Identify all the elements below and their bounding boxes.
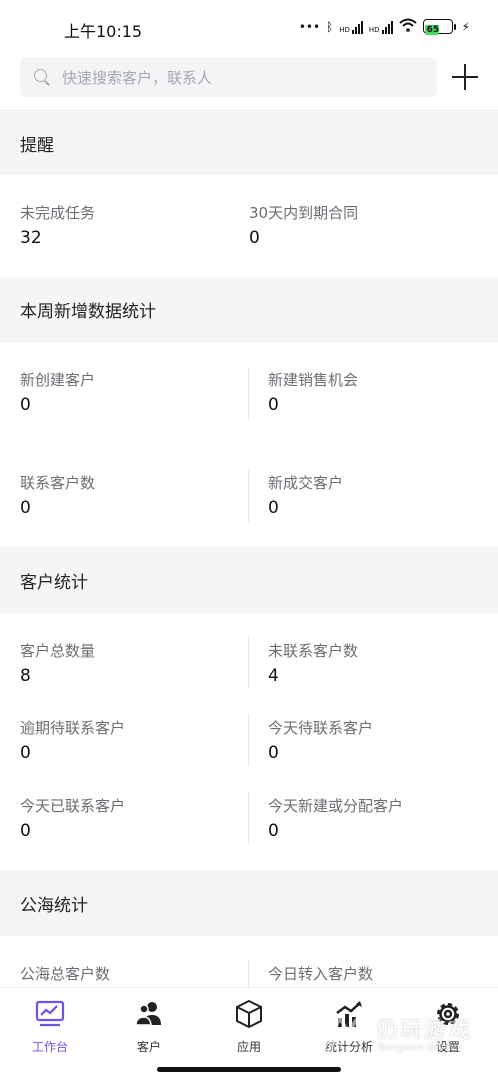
section-title: 客户统计 (20, 572, 88, 593)
stat-value: 0 (20, 821, 31, 841)
stat-cell[interactable]: 联系客户数 0 (20, 473, 95, 519)
stat-label: 今天新建或分配客户 (268, 797, 404, 815)
tab-label: 客户 (136, 1040, 161, 1054)
stat-value: 0 (20, 395, 31, 415)
stat-cell[interactable]: 30天内到期合同 0 (249, 203, 358, 249)
signal-1-icon: HD (339, 20, 363, 34)
section-header-public-pool: 公海统计 (0, 870, 498, 936)
charging-icon: ⚡ (461, 19, 470, 34)
battery-icon: 65 (422, 19, 456, 35)
stat-cell[interactable]: 新成交客户 0 (268, 473, 343, 519)
search-placeholder: 快速搜索客户，联系人 (62, 69, 213, 87)
tab-workbench[interactable]: 工作台 (10, 998, 90, 1055)
stat-cell[interactable]: 公海总客户数 (20, 964, 110, 984)
stat-value: 0 (268, 821, 279, 841)
stat-value: 0 (20, 743, 31, 763)
section-header-customer-stats: 客户统计 (0, 547, 498, 613)
tab-apps[interactable]: 应用 (209, 998, 289, 1055)
battery-level: 65 (424, 25, 440, 35)
settings-gear-icon (432, 998, 464, 1030)
stat-label: 今日转入客户数 (268, 965, 374, 983)
search-icon (34, 68, 52, 87)
stat-value: 0 (268, 395, 279, 415)
stat-label: 联系客户数 (20, 474, 96, 492)
tab-label: 统计分析 (324, 1040, 373, 1054)
tab-settings[interactable]: 设置 (408, 998, 488, 1055)
stat-cell[interactable]: 今天新建或分配客户 0 (268, 796, 403, 842)
customers-icon (133, 998, 165, 1030)
stat-value: 0 (268, 498, 279, 518)
stat-label: 逾期待联系客户 (20, 719, 126, 737)
stat-label: 新创建客户 (20, 371, 96, 389)
search-input[interactable]: 快速搜索客户，联系人 (20, 58, 437, 97)
tab-customers[interactable]: 客户 (109, 998, 189, 1055)
stat-value: 4 (268, 666, 279, 686)
bottom-tab-bar: 工作台 客户 应用 统计分析 设置 (0, 987, 498, 1060)
stat-label: 公海总客户数 (20, 965, 111, 983)
stat-value: 0 (20, 498, 31, 518)
tab-analytics[interactable]: 统计分析 (309, 998, 389, 1055)
wifi-icon (398, 18, 417, 35)
section-header-reminders: 提醒 (0, 110, 498, 175)
section-title: 本周新增数据统计 (20, 302, 156, 322)
stat-cell[interactable]: 客户总数量 8 (20, 641, 95, 687)
status-bar: 上午10:15 ••• ᛒ HD HD 65 ⚡ (0, 0, 498, 56)
workbench-icon (34, 998, 66, 1030)
stat-label: 今天已联系客户 (20, 797, 126, 815)
section-header-weekly: 本周新增数据统计 (0, 277, 498, 342)
stat-value: 32 (20, 228, 42, 248)
stat-cell[interactable]: 逾期待联系客户 0 (20, 718, 125, 764)
status-time: 上午10:15 (64, 22, 143, 41)
stat-cell[interactable]: 未完成任务 32 (20, 203, 95, 249)
divider (248, 637, 249, 689)
stat-cell[interactable]: 今天待联系客户 0 (268, 718, 373, 764)
stat-label: 客户总数量 (20, 642, 96, 660)
analytics-icon (333, 998, 365, 1030)
divider (248, 367, 249, 419)
home-indicator[interactable] (157, 1067, 341, 1072)
tab-label: 应用 (236, 1040, 261, 1054)
stat-cell[interactable]: 今天已联系客户 0 (20, 796, 125, 842)
status-icons: ••• ᛒ HD HD 65 ⚡ (299, 18, 470, 35)
divider (248, 714, 249, 766)
stat-value: 0 (249, 228, 260, 248)
stat-cell[interactable]: 新建销售机会 0 (268, 370, 358, 416)
tab-label: 设置 (435, 1040, 460, 1054)
stat-label: 新建销售机会 (268, 371, 359, 389)
bluetooth-icon: ᛒ (326, 19, 334, 34)
stat-label: 未联系客户数 (268, 642, 359, 660)
stat-label: 新成交客户 (268, 474, 344, 492)
stat-cell[interactable]: 今日转入客户数 (268, 964, 373, 984)
apps-cube-icon (233, 998, 265, 1030)
divider (248, 792, 249, 844)
add-button[interactable] (452, 64, 478, 90)
search-row: 快速搜索客户，联系人 (0, 58, 498, 100)
signal-2-icon: HD (369, 20, 393, 34)
divider (248, 470, 249, 522)
tab-label: 工作台 (31, 1040, 68, 1054)
stat-label: 今天待联系客户 (268, 719, 374, 737)
dots-icon: ••• (298, 19, 321, 34)
stat-label: 未完成任务 (20, 204, 96, 222)
stat-value: 8 (20, 666, 31, 686)
divider (248, 960, 249, 987)
stat-cell[interactable]: 未联系客户数 4 (268, 641, 358, 687)
section-title: 公海统计 (20, 895, 88, 916)
stat-cell[interactable]: 新创建客户 0 (20, 370, 95, 416)
stat-label: 30天内到期合同 (249, 204, 359, 222)
section-title: 提醒 (20, 135, 54, 156)
stat-value: 0 (268, 743, 279, 763)
